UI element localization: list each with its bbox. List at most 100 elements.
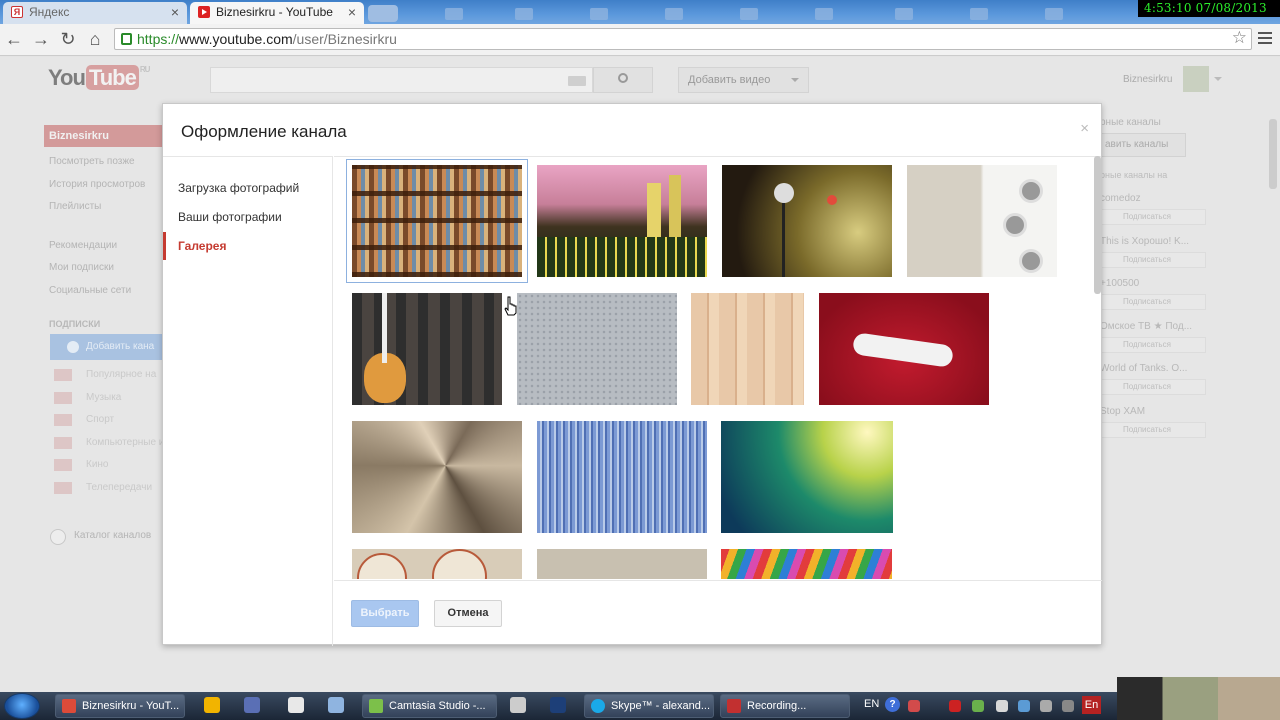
nav-gallery[interactable]: Галерея	[163, 232, 332, 260]
channel-catalog-link[interactable]: Каталог каналов	[48, 529, 151, 545]
guide-item-channel[interactable]: Biznesirkru	[44, 125, 162, 147]
guide-item-history[interactable]: История просмотров	[44, 174, 162, 197]
avatar[interactable]	[1183, 66, 1209, 92]
new-tab-button[interactable]	[368, 5, 398, 22]
search-button[interactable]	[593, 67, 653, 93]
guide-sub-item[interactable]: Кино	[50, 454, 162, 477]
username[interactable]: Biznesirkru	[1123, 74, 1172, 85]
gallery-thumb-surfer[interactable]	[721, 421, 893, 533]
add-channels-button[interactable]: авить каналы	[1100, 133, 1186, 157]
upload-button[interactable]: Добавить видео	[678, 67, 809, 93]
gallery-thumb-sleeping-cat[interactable]	[819, 293, 989, 405]
forward-icon[interactable]: →	[30, 28, 52, 50]
subscribe-button[interactable]: Подписаться	[1100, 209, 1206, 225]
bookmark-star-icon[interactable]: ☆	[1232, 28, 1247, 48]
calculator-icon[interactable]	[510, 697, 526, 713]
gallery-thumb-texture-grey[interactable]	[517, 293, 677, 405]
windows-taskbar: Biznesirkru - YouT... Camtasia Studio -.…	[0, 692, 1280, 720]
help-icon[interactable]: ?	[885, 697, 900, 712]
guide-sub-item[interactable]: Популярное на	[50, 364, 162, 387]
home-icon[interactable]: ⌂	[84, 28, 106, 50]
taskbar-camtasia[interactable]: Camtasia Studio -...	[362, 694, 497, 718]
guide-sub-item[interactable]: Компьютерные и	[50, 432, 162, 455]
tab-close-icon[interactable]: ×	[171, 2, 179, 22]
language-indicator[interactable]: EN	[864, 698, 879, 710]
yandex-icon[interactable]	[288, 697, 304, 713]
guide-item-playlists[interactable]: Плейлисты	[44, 196, 162, 219]
tray-icon[interactable]	[996, 700, 1008, 712]
webcam-overlay	[1117, 677, 1280, 720]
subscribe-button[interactable]: Подписаться	[1100, 421, 1206, 438]
gallery-thumb-baseballs[interactable]	[352, 549, 522, 579]
chrome-icon	[62, 699, 76, 713]
chevron-down-icon[interactable]	[1214, 77, 1222, 81]
yandex-favicon-icon: Я	[11, 6, 23, 18]
keyboard-icon[interactable]	[568, 76, 586, 86]
desktop-blur	[815, 8, 833, 20]
add-channels-button[interactable]: Добавить кана	[50, 334, 162, 360]
reload-icon[interactable]: ↻	[57, 28, 79, 50]
rail-channel: This is Хорошо! K... Подписаться	[1100, 236, 1220, 279]
nav-your-photos[interactable]: Ваши фотографии	[163, 203, 332, 231]
taskbar-recording[interactable]: Recording...	[720, 694, 850, 718]
guide-item-social[interactable]: Социальные сети	[44, 280, 162, 303]
volume-icon[interactable]	[1040, 700, 1052, 712]
address-bar[interactable]: https://www.youtube.com/user/Biznesirkru…	[114, 28, 1252, 50]
windows-start-icon[interactable]	[4, 693, 40, 719]
tab-youtube[interactable]: Biznesirkru - YouTube ×	[190, 2, 364, 24]
desktop-blur	[895, 8, 913, 20]
tab-title: Яндекс	[29, 5, 70, 19]
gallery-thumb-blue-stripes[interactable]	[537, 421, 707, 533]
mail-icon[interactable]	[244, 697, 260, 713]
guide-sub-item[interactable]: Спорт	[50, 409, 162, 432]
explorer-icon[interactable]	[328, 697, 344, 713]
photoshop-icon[interactable]	[550, 697, 566, 713]
cancel-button[interactable]: Отмена	[434, 600, 502, 627]
close-icon[interactable]: ×	[1080, 120, 1089, 137]
subscribe-button[interactable]: Подписаться	[1100, 379, 1206, 395]
gallery-thumb-microphone[interactable]	[722, 165, 892, 277]
guide-sub-item[interactable]: Телепередачи	[50, 477, 162, 500]
desktop-blur	[740, 8, 758, 20]
gallery-thumb-wood[interactable]	[691, 293, 804, 405]
gallery-thumb-city-night[interactable]	[537, 165, 707, 277]
subscribe-button[interactable]: Подписаться	[1100, 294, 1206, 310]
taskbar-chrome[interactable]: Biznesirkru - YouT...	[55, 694, 185, 718]
keyboard-layout-indicator[interactable]: En	[1082, 696, 1101, 714]
gallery-thumb-beige[interactable]	[537, 549, 707, 579]
gallery-thumb-knobs[interactable]	[907, 165, 1057, 277]
subscribe-button[interactable]: Подписаться	[1100, 251, 1206, 268]
browser-menu-icon[interactable]	[1258, 32, 1272, 44]
gallery-thumb-bookshelf[interactable]	[346, 159, 528, 283]
tab-yandex[interactable]: Я Яндекс ×	[3, 2, 187, 24]
tray-icon[interactable]	[972, 700, 984, 712]
gallery-thumb-guitar[interactable]	[352, 293, 502, 405]
skype-icon	[591, 699, 605, 713]
desktop-blur	[665, 8, 683, 20]
tab-close-icon[interactable]: ×	[348, 2, 356, 22]
guide-item-subscriptions[interactable]: Мои подписки	[44, 257, 162, 280]
select-button[interactable]: Выбрать	[351, 600, 419, 627]
tray-icon[interactable]	[949, 700, 961, 712]
network-icon[interactable]	[1062, 700, 1074, 712]
rail-subtitle: рные каналы на	[1100, 170, 1168, 180]
back-icon[interactable]: ←	[3, 28, 25, 50]
tray-icon[interactable]	[908, 700, 920, 712]
guide-item-watch-later[interactable]: Посмотреть позже	[44, 151, 162, 174]
gallery-thumb-pencils[interactable]	[721, 549, 892, 579]
gallery-thumb-paper-swirl[interactable]	[352, 421, 522, 533]
guide-sub-item[interactable]: Музыка	[50, 387, 162, 410]
app-icon[interactable]	[204, 697, 220, 713]
guide-item-recommendations[interactable]: Рекомендации	[44, 235, 162, 258]
taskbar-skype[interactable]: Skype™ - alexand...	[584, 694, 714, 718]
rail-channel: World of Tanks. O... Подписаться	[1100, 363, 1220, 406]
lock-icon	[121, 33, 132, 45]
camtasia-icon	[369, 699, 383, 713]
search-input[interactable]	[210, 67, 593, 93]
gallery-scrollbar[interactable]	[1094, 156, 1101, 294]
page-scrollbar[interactable]	[1269, 119, 1277, 189]
youtube-logo[interactable]: You Tube RU	[48, 65, 150, 91]
tray-icon[interactable]	[1018, 700, 1030, 712]
nav-upload-photos[interactable]: Загрузка фотографий	[163, 174, 332, 202]
subscribe-button[interactable]: Подписаться	[1100, 336, 1206, 353]
